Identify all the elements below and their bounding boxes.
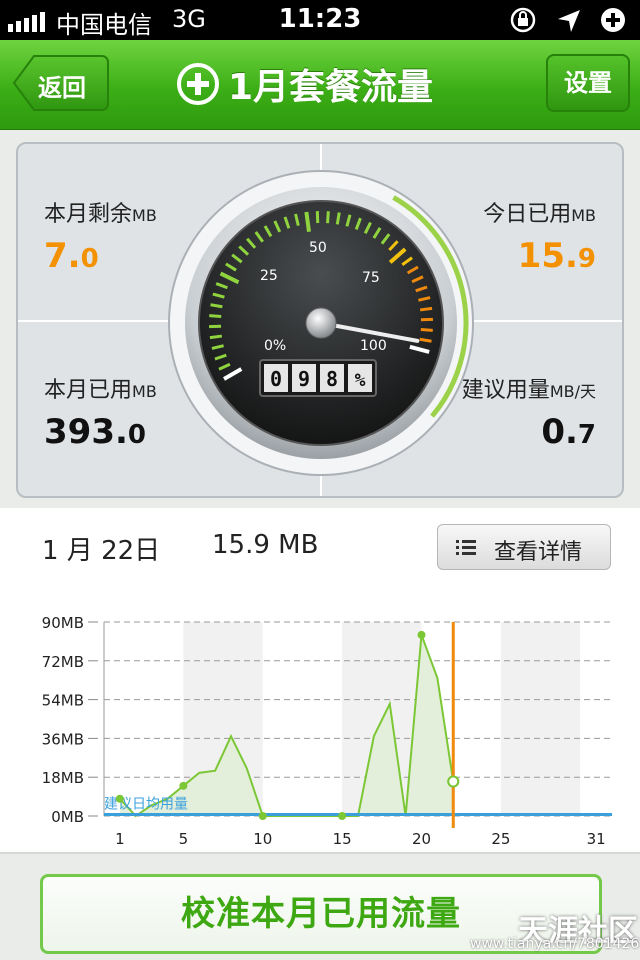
month-used-value: 393. (44, 412, 128, 452)
data-point-current (447, 775, 460, 788)
data-point (417, 630, 426, 639)
today-used-unit: MB (571, 206, 596, 225)
odometer-digit-2: 9 (298, 367, 310, 391)
list-icon (456, 540, 476, 555)
odometer-digit-1: 0 (270, 367, 282, 391)
data-point (258, 812, 267, 820)
x-tick-label: 5 (179, 830, 189, 848)
usage-gauge: 0% 25 50 75 100 0 9 8 % (168, 170, 474, 476)
suggested-usage-value: 0. (541, 412, 578, 452)
odometer-digit-3: 8 (326, 367, 338, 391)
title-text: 1月套餐流量 (228, 67, 434, 108)
page-title: 1月套餐流量 (176, 58, 433, 110)
location-arrow-icon (558, 10, 580, 32)
month-used-value-decimal: 0 (127, 420, 146, 450)
gauge-tick (304, 211, 311, 233)
x-tick-label: 15 (333, 830, 352, 848)
rotation-lock-icon (510, 7, 536, 33)
data-point (179, 781, 188, 790)
status-time: 11:23 (278, 4, 362, 34)
remaining-value-decimal: 0 (80, 244, 99, 274)
scale-label-25: 25 (260, 268, 278, 284)
gauge-tick (209, 314, 222, 318)
daily-usage-chart-panel: 0MB 18MB 36MB 54MB 72MB 90MB 1 5 10 15 20 25 31 建议日均用… (0, 586, 640, 854)
watermark-url: www.tianya.cn/78014261 (470, 936, 640, 952)
data-point (115, 794, 124, 803)
x-tick-label: 10 (253, 830, 272, 848)
remaining-stat: 本月剩余MB 7.0 (44, 196, 157, 276)
today-used-stat: 今日已用MB 15.9 (483, 196, 596, 276)
scale-label-100: 100 (360, 338, 387, 354)
remaining-unit: MB (132, 206, 157, 225)
scale-label-50: 50 (309, 240, 327, 256)
today-used-label: 今日已用 (483, 202, 572, 227)
plus-circle-icon (177, 63, 219, 105)
view-details-button[interactable]: 查看详情 (437, 524, 611, 570)
y-tick-label: 90MB (42, 614, 84, 632)
x-tick-label: 20 (412, 830, 431, 848)
gauge-tick (326, 211, 330, 224)
y-tick-label: 18MB (42, 769, 84, 787)
scale-label-0: 0% (264, 338, 286, 354)
suggested-usage-value-decimal: 7 (577, 420, 596, 450)
data-point (338, 812, 347, 820)
month-used-unit: MB (132, 382, 157, 401)
y-tick-label: 72MB (42, 653, 84, 671)
selected-date: 1 月 22日 (42, 536, 161, 566)
settings-button[interactable]: 设置 (546, 54, 630, 112)
today-used-value: 15. (517, 236, 578, 276)
navigation-bar: 返回 1月套餐流量 设置 (0, 40, 640, 130)
today-used-value-decimal: 9 (577, 244, 596, 274)
y-tick-label: 54MB (42, 692, 84, 710)
remaining-label: 本月剩余 (44, 202, 133, 227)
gauge-tick (420, 328, 433, 332)
odometer: 0 9 8 % (259, 359, 377, 397)
odometer-percent: % (355, 370, 366, 391)
suggested-usage-stat: 建议用量MB/天 0.7 (462, 372, 596, 452)
gauge-tick (419, 306, 433, 312)
month-used-label: 本月已用 (44, 378, 133, 403)
scale-label-75: 75 (362, 270, 380, 286)
view-details-label: 查看详情 (494, 540, 583, 565)
gauge-tick (209, 334, 223, 340)
back-button[interactable]: 返回 (12, 54, 110, 112)
x-tick-label: 31 (587, 830, 606, 848)
suggested-usage-unit: MB/天 (549, 382, 596, 401)
gauge-tick (335, 212, 341, 225)
gauge-tick (419, 337, 432, 343)
gauge-hub (305, 307, 337, 339)
selected-day-usage: 15.9 MB (212, 530, 319, 560)
month-used-stat: 本月已用MB 393.0 (44, 372, 157, 452)
y-tick-label: 36MB (42, 730, 84, 748)
plus-circle-icon (601, 8, 625, 32)
y-tick-label: 0MB (51, 808, 84, 826)
week-band (500, 622, 581, 816)
x-tick-label: 25 (491, 830, 510, 848)
x-tick-label: 1 (115, 830, 125, 848)
gauge-tick (210, 303, 223, 309)
remaining-value: 7. (44, 236, 81, 276)
status-bar: 中国电信 3G 11:23 (0, 0, 640, 40)
back-label: 返回 (38, 74, 86, 102)
daily-usage-chart: 0MB18MB36MB54MB72MB90MB1 5 10 15 20 25 31建议日均用… (42, 614, 612, 848)
